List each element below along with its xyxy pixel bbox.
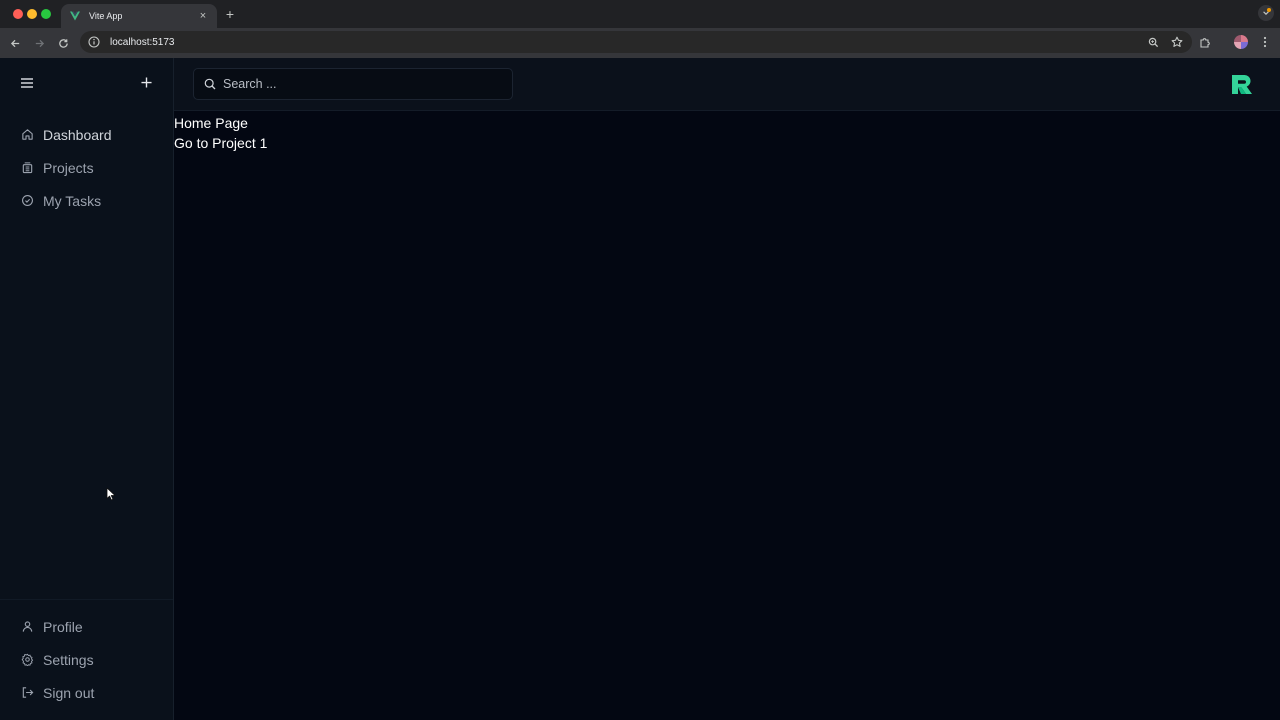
minimize-window-button[interactable]: [27, 9, 37, 19]
sidebar-item-profile[interactable]: Profile: [0, 610, 173, 643]
mouse-cursor-icon: [106, 487, 116, 501]
sidebar-item-sign-out[interactable]: Sign out: [0, 676, 173, 709]
sidebar-nav: Dashboard Projects My Tasks: [0, 118, 173, 217]
page-content: Home Page Go to Project 1: [174, 113, 267, 153]
puzzle-icon: [1200, 38, 1210, 48]
project-link[interactable]: Go to Project 1: [174, 133, 267, 153]
address-bar[interactable]: localhost:5173: [80, 31, 1192, 53]
sidebar-item-label: My Tasks: [43, 192, 102, 209]
main-area: Home Page Go to Project 1: [174, 58, 1280, 720]
app: Dashboard Projects My Tasks Profile Sett…: [0, 58, 1280, 720]
sidebar-item-projects[interactable]: Projects: [0, 151, 173, 184]
forward-button[interactable]: [31, 35, 47, 51]
add-button[interactable]: [137, 73, 155, 91]
search-input[interactable]: [223, 77, 512, 91]
browser-tab[interactable]: Vite App ×: [61, 4, 217, 28]
zoom-icon[interactable]: [1146, 35, 1160, 49]
arrow-left-icon: [10, 39, 19, 47]
maximize-window-button[interactable]: [41, 9, 51, 19]
plus-icon: [140, 76, 152, 88]
profile-button[interactable]: [1233, 34, 1249, 50]
search-box[interactable]: [193, 68, 513, 100]
check-circle-icon: [20, 194, 34, 208]
tab-close-icon[interactable]: ×: [197, 10, 209, 22]
arrow-right-icon: [35, 39, 44, 47]
avatar: [1234, 35, 1248, 49]
search-icon: [204, 78, 217, 91]
sidebar-item-label: Profile: [43, 618, 83, 635]
browser-menu-button[interactable]: [1257, 34, 1273, 50]
sidebar-header: [0, 58, 173, 108]
more-vertical-icon: [1263, 36, 1267, 48]
notification-dot: [1267, 8, 1271, 12]
sidebar-item-my-tasks[interactable]: My Tasks: [0, 184, 173, 217]
sign-out-icon: [20, 686, 34, 700]
top-bar: [174, 58, 1280, 111]
url-text: localhost:5173: [110, 36, 175, 48]
sidebar: Dashboard Projects My Tasks Profile Sett…: [0, 58, 174, 720]
sidebar-item-dashboard[interactable]: Dashboard: [0, 118, 173, 151]
browser-chrome: Vite App × + localhost:5173: [0, 0, 1280, 58]
user-icon: [20, 620, 34, 634]
reload-icon: [58, 38, 68, 48]
page-title: Home Page: [174, 115, 248, 131]
tab-title: Vite App: [89, 11, 123, 21]
back-button[interactable]: [7, 35, 23, 51]
sidebar-item-label: Projects: [43, 159, 94, 176]
reload-button[interactable]: [55, 35, 71, 51]
info-icon[interactable]: [88, 36, 100, 48]
menu-toggle-button[interactable]: [18, 74, 36, 92]
hamburger-icon: [21, 78, 33, 88]
new-tab-button[interactable]: +: [222, 6, 238, 22]
tab-strip: Vite App × +: [0, 0, 1280, 28]
app-logo-icon[interactable]: [1229, 70, 1257, 98]
gear-icon: [20, 653, 34, 667]
extensions-button[interactable]: [1197, 34, 1213, 50]
tab-search-button[interactable]: [1258, 5, 1274, 21]
star-icon[interactable]: [1170, 35, 1184, 49]
sidebar-item-label: Dashboard: [43, 126, 112, 143]
home-icon: [20, 128, 34, 142]
projects-icon: [20, 161, 34, 175]
sidebar-item-label: Settings: [43, 651, 94, 668]
sidebar-item-label: Sign out: [43, 684, 95, 701]
sidebar-item-settings[interactable]: Settings: [0, 643, 173, 676]
close-window-button[interactable]: [13, 9, 23, 19]
vue-logo-icon: [70, 11, 80, 21]
sidebar-footer: Profile Settings Sign out: [0, 599, 173, 720]
